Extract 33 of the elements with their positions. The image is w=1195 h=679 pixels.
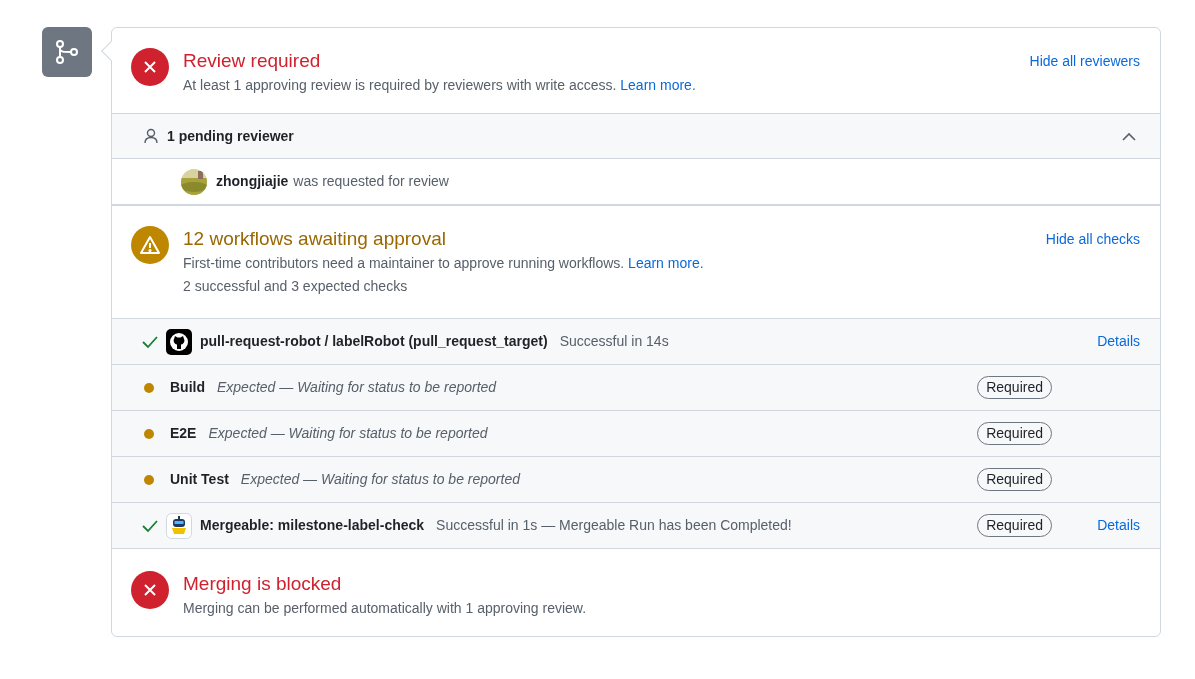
section-title: Merging is blocked bbox=[183, 572, 343, 596]
check-name: Unit Test bbox=[170, 470, 229, 489]
section-description: At least 1 approving review is required by reviewers with write access. Learn more. bbox=[183, 76, 697, 95]
check-status: Successful in 14s bbox=[559, 332, 669, 351]
octocat-icon bbox=[166, 328, 192, 355]
learn-more-link[interactable]: Learn more. bbox=[620, 77, 696, 93]
section-description: Merging can be performed automatically with 1 approving review. bbox=[183, 599, 588, 618]
person-icon bbox=[143, 128, 159, 144]
checks-summary: 2 successful and 3 expected checks bbox=[183, 277, 409, 296]
learn-more-link[interactable]: Learn more. bbox=[628, 255, 704, 271]
review-request-note: was requested for review bbox=[293, 172, 449, 191]
check-name: E2E bbox=[170, 424, 197, 443]
error-icon bbox=[131, 48, 169, 86]
details-link[interactable]: Details bbox=[1097, 333, 1140, 349]
hide-toggle-link[interactable]: Hide all reviewers bbox=[1029, 51, 1140, 72]
hide-toggle-link[interactable]: Hide all checks bbox=[1045, 229, 1140, 250]
check-status: Expected — Waiting for status to be reported bbox=[217, 378, 497, 397]
check-status: Successful in 1s — Mergeable Run has been Completed! bbox=[436, 516, 792, 535]
check-status: Expected — Waiting for status to be reported bbox=[240, 470, 520, 489]
reviewer-name[interactable]: zhongjiajie bbox=[216, 171, 289, 192]
section-title: 12 workflows awaiting approval bbox=[183, 227, 447, 251]
check-name: pull-request-robot / labelRobot (pull_request_target) bbox=[200, 332, 548, 351]
check-status: Expected — Waiting for status to be reported bbox=[208, 424, 488, 443]
robot-icon bbox=[166, 512, 192, 539]
section-title: Review required bbox=[183, 49, 322, 73]
check-name: Build bbox=[170, 378, 205, 397]
details-link[interactable]: Details bbox=[1097, 517, 1140, 533]
warning-icon bbox=[131, 226, 169, 264]
section-description: First-time contributors need a maintainer to approve running workflows. Learn more. bbox=[183, 254, 705, 273]
branch-icon bbox=[54, 39, 80, 65]
error-icon bbox=[131, 571, 169, 609]
check-name: Mergeable: milestone-label-check bbox=[200, 516, 425, 535]
pending-reviewers-label: 1 pending reviewer bbox=[167, 126, 295, 146]
